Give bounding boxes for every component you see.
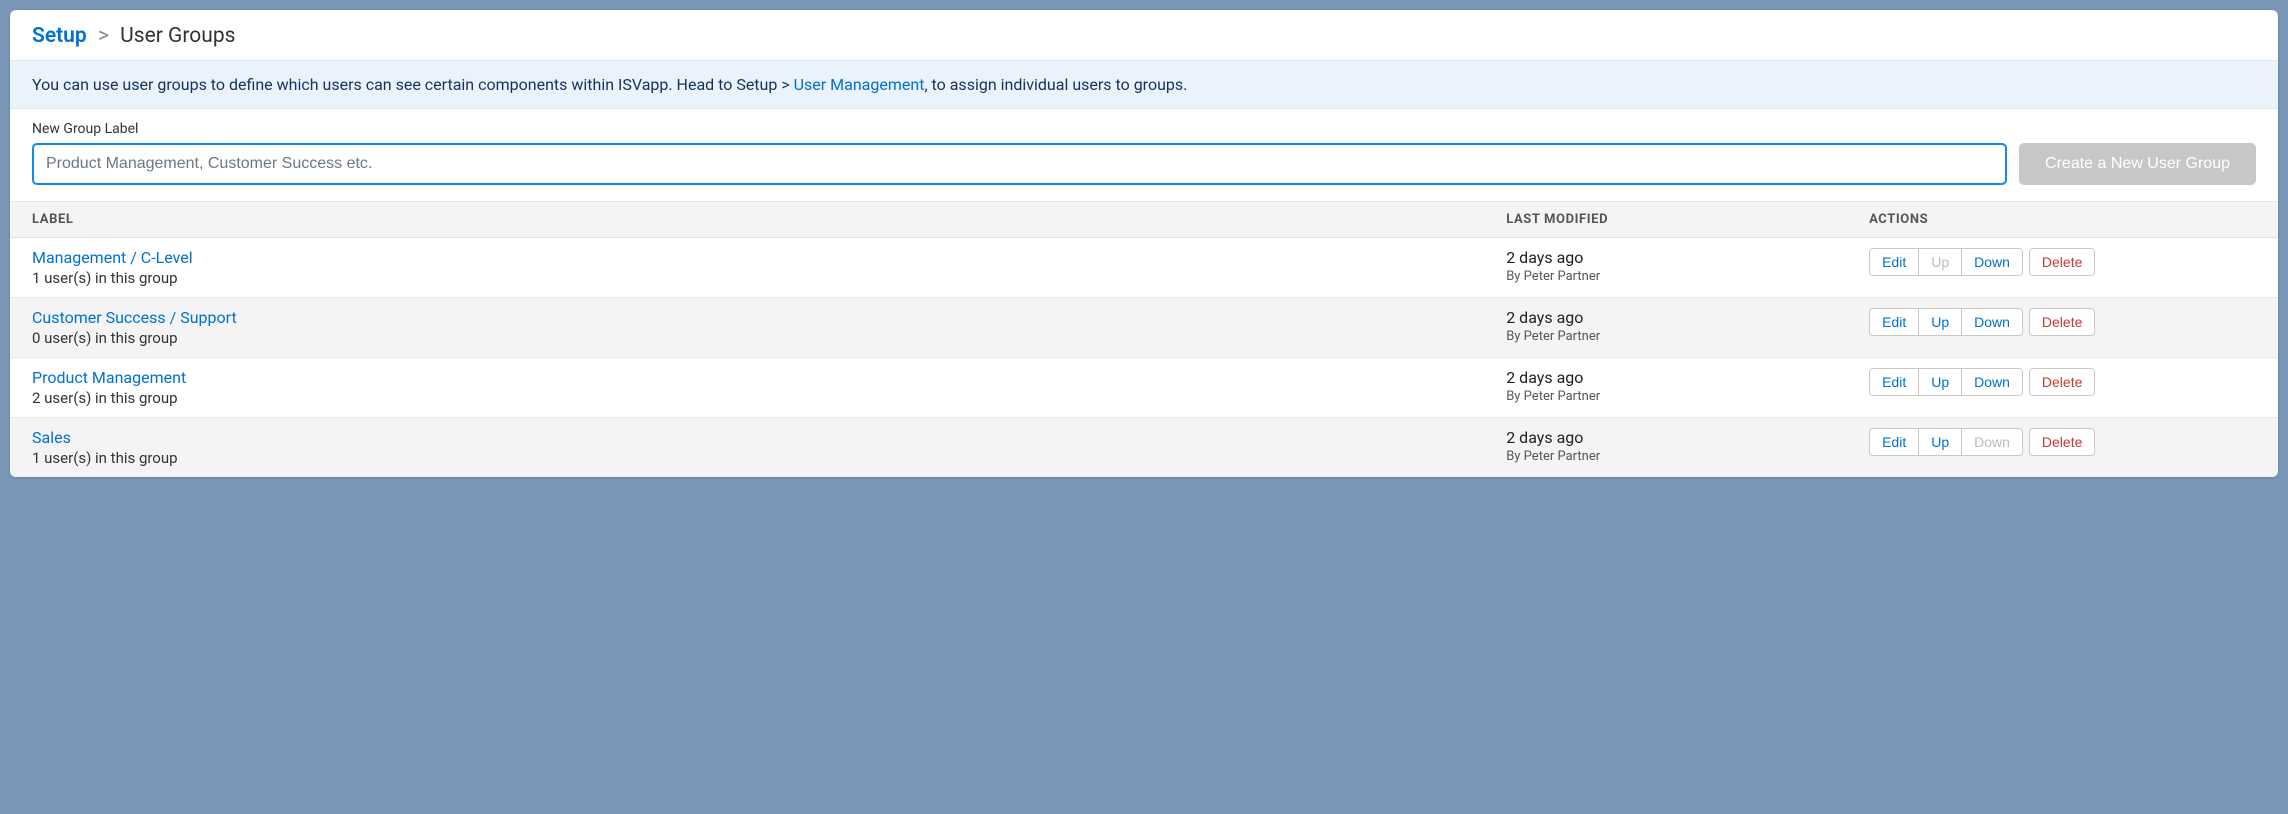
modified-time: 2 days ago	[1506, 428, 1825, 447]
group-user-count: 1 user(s) in this group	[32, 269, 1462, 287]
groups-table: LABEL LAST MODIFIED ACTIONS Management /…	[10, 201, 2278, 477]
table-row: Product Management 2 user(s) in this grou…	[10, 358, 2278, 418]
group-name-link[interactable]: Product Management	[32, 368, 186, 387]
user-management-link[interactable]: User Management	[794, 75, 925, 94]
delete-button[interactable]: Delete	[2029, 308, 2095, 336]
breadcrumb: Setup > User Groups	[10, 10, 2278, 60]
breadcrumb-separator: >	[98, 24, 109, 48]
info-text-before: You can use user groups to define which …	[32, 75, 794, 94]
up-button[interactable]: Up	[1918, 428, 1962, 456]
breadcrumb-root-link[interactable]: Setup	[32, 24, 87, 48]
col-header-modified: LAST MODIFIED	[1484, 202, 1847, 238]
modified-time: 2 days ago	[1506, 248, 1825, 267]
delete-button[interactable]: Delete	[2029, 248, 2095, 276]
up-button[interactable]: Up	[1918, 368, 1962, 396]
new-group-form: New Group Label Create a New User Group	[10, 109, 2278, 201]
new-group-input[interactable]	[32, 143, 2007, 185]
down-button: Down	[1961, 428, 2023, 456]
col-header-actions: ACTIONS	[1847, 202, 2278, 238]
group-name-link[interactable]: Sales	[32, 428, 71, 447]
group-name-link[interactable]: Customer Success / Support	[32, 308, 237, 327]
up-button[interactable]: Up	[1918, 308, 1962, 336]
table-row: Sales 1 user(s) in this group 2 days ago By…	[10, 418, 2278, 478]
table-row: Customer Success / Support 0 user(s) in t…	[10, 298, 2278, 358]
edit-button[interactable]: Edit	[1869, 248, 1919, 276]
down-button[interactable]: Down	[1961, 368, 2023, 396]
user-groups-panel: Setup > User Groups You can use user gro…	[10, 10, 2278, 477]
modified-by: By Peter Partner	[1506, 329, 1825, 344]
edit-button[interactable]: Edit	[1869, 308, 1919, 336]
modified-by: By Peter Partner	[1506, 389, 1825, 404]
table-row: Management / C-Level 1 user(s) in this gr…	[10, 238, 2278, 298]
group-name-link[interactable]: Management / C-Level	[32, 248, 193, 267]
modified-time: 2 days ago	[1506, 368, 1825, 387]
group-user-count: 1 user(s) in this group	[32, 449, 1462, 467]
info-banner: You can use user groups to define which …	[10, 60, 2278, 109]
edit-button[interactable]: Edit	[1869, 428, 1919, 456]
modified-by: By Peter Partner	[1506, 269, 1825, 284]
edit-button[interactable]: Edit	[1869, 368, 1919, 396]
delete-button[interactable]: Delete	[2029, 368, 2095, 396]
delete-button[interactable]: Delete	[2029, 428, 2095, 456]
new-group-label: New Group Label	[32, 121, 2256, 137]
down-button[interactable]: Down	[1961, 248, 2023, 276]
group-user-count: 2 user(s) in this group	[32, 389, 1462, 407]
down-button[interactable]: Down	[1961, 308, 2023, 336]
group-user-count: 0 user(s) in this group	[32, 329, 1462, 347]
col-header-label: LABEL	[10, 202, 1484, 238]
breadcrumb-current: User Groups	[120, 24, 235, 48]
up-button: Up	[1918, 248, 1962, 276]
create-group-button[interactable]: Create a New User Group	[2019, 143, 2256, 185]
modified-by: By Peter Partner	[1506, 449, 1825, 464]
modified-time: 2 days ago	[1506, 308, 1825, 327]
info-text-after: , to assign individual users to groups.	[924, 75, 1187, 94]
